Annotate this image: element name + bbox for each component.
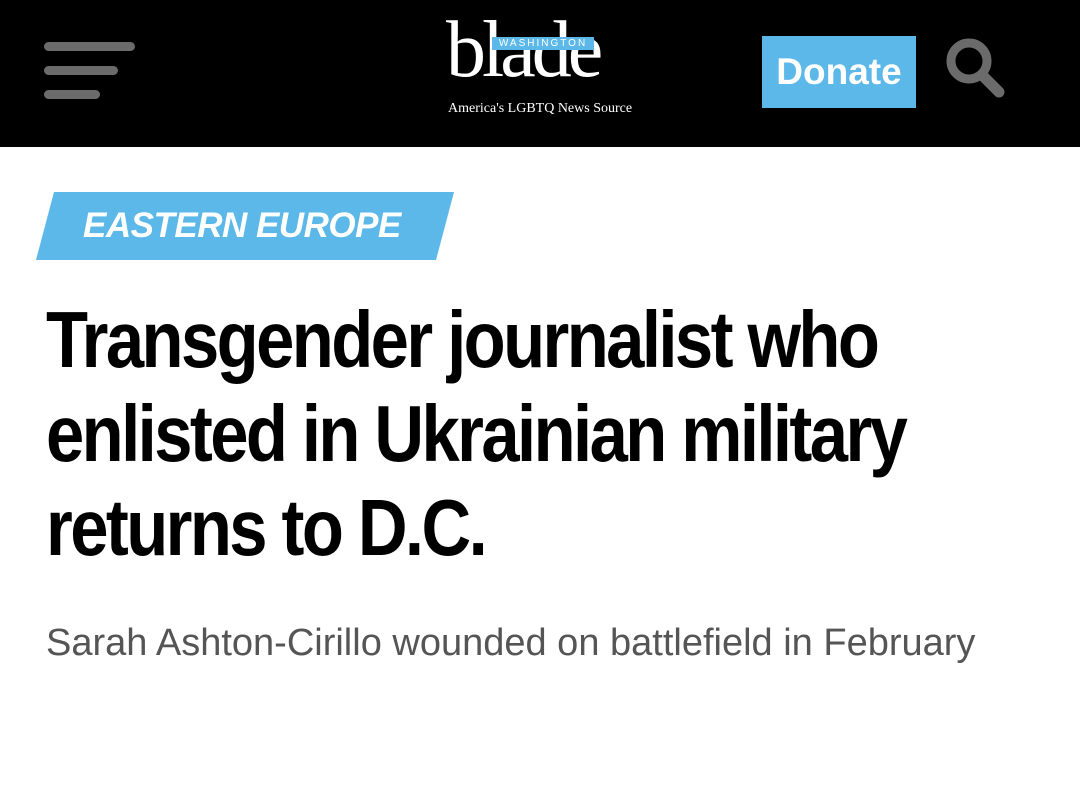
- donate-button[interactable]: Donate: [762, 36, 916, 108]
- hamburger-menu-icon[interactable]: [44, 40, 136, 100]
- menu-bar-2: [44, 66, 118, 75]
- top-nav-bar: blade WASHINGTON America's LGBTQ News So…: [0, 0, 1080, 147]
- logo-tagline: America's LGBTQ News Source: [448, 101, 633, 116]
- menu-bar-3: [44, 90, 100, 99]
- logo-top-label: WASHINGTON: [492, 37, 594, 50]
- logo-wordmark: blade: [446, 6, 603, 94]
- article-headline: Transgender journalist who enlisted in U…: [46, 295, 908, 572]
- site-logo[interactable]: blade WASHINGTON America's LGBTQ News So…: [446, 10, 636, 120]
- search-icon[interactable]: [944, 34, 1008, 98]
- article-subtitle: Sarah Ashton-Cirillo wounded on battlefi…: [46, 622, 976, 664]
- menu-bar-1: [44, 42, 135, 51]
- category-tag[interactable]: EASTERN EUROPE: [36, 192, 454, 260]
- search-icon-graphic: [946, 38, 1005, 98]
- category-label: EASTERN EUROPE: [83, 206, 401, 245]
